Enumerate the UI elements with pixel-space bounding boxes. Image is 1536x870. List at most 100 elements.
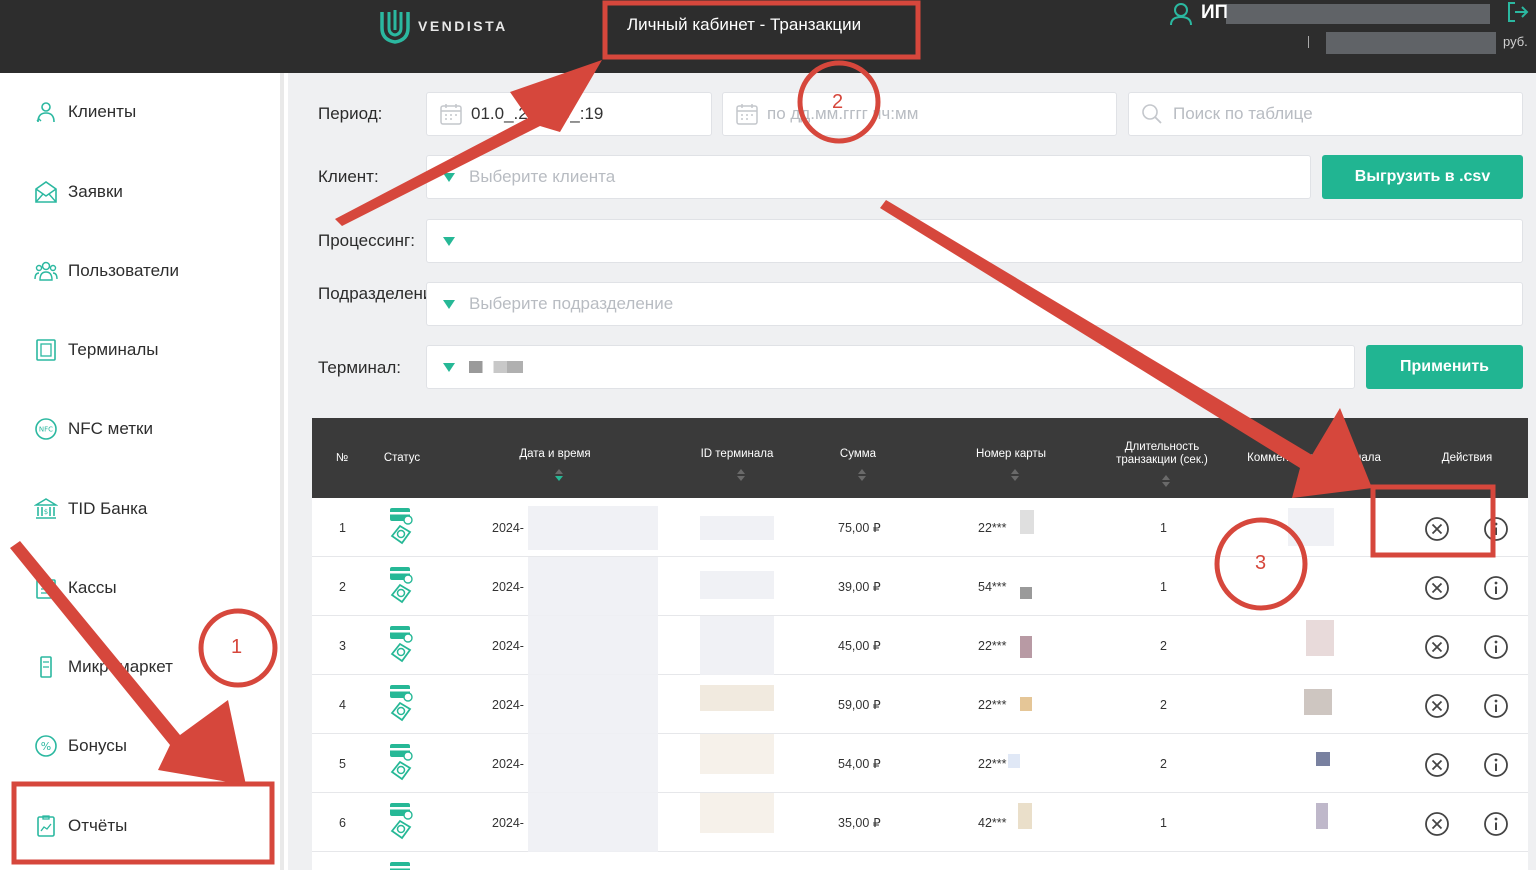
svg-text:%: % [41, 740, 51, 753]
user-icon[interactable] [1170, 2, 1192, 26]
row-number: 3 [339, 638, 346, 653]
col-number[interactable]: № [312, 418, 372, 498]
row-datetime: 2024- [492, 756, 524, 771]
sidebar-item-label: Кассы [68, 578, 117, 597]
table-row[interactable]: 6 2024- 35,00 ₽ 42*** 1 [312, 793, 1528, 852]
sidebar-item-nfc[interactable]: NFC NFC метки [34, 414, 153, 444]
division-label: Подразделение: [318, 284, 447, 303]
row-datetime: 2024- [492, 815, 524, 830]
vendista-logo[interactable]: VENDISTA [378, 8, 508, 44]
row-card: 22*** [978, 697, 1007, 712]
table-row[interactable]: 5 2024- 54,00 ₽ 22*** 2 [312, 734, 1528, 793]
info-icon[interactable] [1483, 634, 1509, 660]
requests-icon [35, 181, 57, 203]
client-label: Клиент: [318, 167, 379, 186]
redacted-card-tail [1020, 510, 1034, 534]
redacted-datetime [528, 734, 658, 793]
sidebar-item-bank-tid[interactable]: $ TID Банка [34, 494, 147, 524]
info-icon[interactable] [1483, 693, 1509, 719]
cancel-transaction-icon[interactable] [1424, 752, 1450, 778]
row-sum: 75,00 ₽ [838, 521, 881, 535]
col-sum[interactable]: Сумма [818, 418, 898, 498]
cancel-transaction-icon[interactable] [1424, 693, 1450, 719]
processing-select[interactable] [426, 219, 1523, 263]
col-datetime[interactable]: Дата и время [482, 418, 628, 498]
sidebar-item-bonuses[interactable]: % Бонусы [34, 731, 127, 761]
cancel-transaction-icon[interactable] [1424, 575, 1450, 601]
division-select[interactable]: Выберите подразделение [426, 282, 1523, 326]
payment-success-icon [390, 803, 413, 840]
cancel-transaction-icon[interactable] [1424, 516, 1450, 542]
row-number: 1 [339, 520, 346, 535]
table-row[interactable]: 1 2024- 75,00 ₽ 22*** 1 [312, 498, 1528, 557]
period-from-field[interactable]: 01.0_.2024 0_:19 [426, 92, 712, 136]
info-icon[interactable] [1483, 752, 1509, 778]
cancel-transaction-icon[interactable] [1424, 811, 1450, 837]
redacted-balance [1326, 32, 1496, 54]
row-number: 4 [339, 697, 346, 712]
page-title: Личный кабинет - Транзакции [627, 15, 862, 34]
row-duration: 2 [1160, 756, 1167, 771]
redacted-comment [1316, 803, 1328, 829]
redacted-card-tail [1018, 803, 1032, 829]
payment-success-icon [390, 567, 413, 604]
bank-icon: $ [34, 498, 58, 519]
redacted-card-tail [1008, 754, 1020, 768]
table-header: № Статус Дата и время ID терминала Сумма… [312, 418, 1528, 498]
row-duration: 1 [1160, 815, 1167, 830]
info-icon[interactable] [1483, 575, 1509, 601]
sidebar-item-users[interactable]: Пользователи [34, 256, 179, 286]
search-icon [1142, 104, 1162, 124]
redacted-datetime [528, 557, 658, 616]
table-row[interactable]: 4 2024- 59,00 ₽ 22*** 2 [312, 675, 1528, 734]
export-csv-button[interactable]: Выгрузить в .csv [1322, 155, 1523, 199]
table-row[interactable] [312, 852, 1528, 870]
reports-icon [37, 815, 55, 837]
payment-success-icon [390, 508, 413, 545]
sidebar-item-cashboxes[interactable]: Кассы [34, 573, 117, 603]
row-card: 54*** [978, 579, 1007, 594]
col-card-number[interactable]: Номер карты [956, 418, 1066, 498]
redacted-comment [1306, 620, 1334, 656]
user-name: ИП [1201, 2, 1229, 23]
sidebar-item-clients[interactable]: Клиенты [34, 97, 136, 127]
row-number: 5 [339, 756, 346, 771]
transactions-table: № Статус Дата и время ID терминала Сумма… [312, 418, 1528, 870]
client-select[interactable]: Выберите клиента [426, 155, 1311, 199]
info-icon[interactable] [1483, 516, 1509, 542]
row-duration: 1 [1160, 579, 1167, 594]
sidebar-item-terminals[interactable]: Терминалы [34, 335, 159, 365]
terminal-select[interactable] [426, 345, 1355, 389]
sidebar-item-reports[interactable]: Отчёты [34, 811, 127, 841]
redacted-terminal-value [469, 361, 523, 373]
table-search-field[interactable]: Поиск по таблице [1128, 92, 1523, 136]
redacted-datetime [528, 506, 658, 550]
col-duration[interactable]: Длительность транзакции (сек.) [1102, 418, 1222, 498]
period-to-field[interactable]: по дд.мм.гггг чч:мм [722, 92, 1117, 136]
col-actions: Действия [1441, 451, 1493, 464]
table-row[interactable]: 2 2024- 39,00 ₽ 54*** 1 [312, 557, 1528, 616]
info-icon[interactable] [1483, 811, 1509, 837]
row-datetime: 2024- [492, 697, 524, 712]
redacted-card-tail [1020, 587, 1032, 599]
payment-success-icon [390, 862, 410, 870]
sidebar-item-micromarket[interactable]: Микромаркет [34, 652, 173, 682]
chevron-down-icon [443, 299, 455, 309]
row-sum: 45,00 ₽ [838, 639, 881, 653]
logout-icon[interactable] [1505, 0, 1529, 24]
sidebar-item-requests[interactable]: Заявки [34, 177, 123, 207]
chevron-down-icon [443, 172, 455, 182]
apply-button[interactable]: Применить [1366, 345, 1523, 389]
row-sum: 54,00 ₽ [838, 757, 881, 771]
col-terminal-id[interactable]: ID терминала [672, 418, 802, 498]
table-row[interactable]: 3 2024- 45,00 ₽ 22*** 2 [312, 616, 1528, 675]
redacted-card-tail [1020, 697, 1032, 711]
row-duration: 2 [1160, 697, 1167, 712]
row-card: 22*** [978, 638, 1007, 653]
col-terminal-comment[interactable]: Комментарий терминала [1236, 418, 1392, 498]
col-status[interactable]: Статус [372, 418, 432, 498]
redacted-user-name [1226, 4, 1490, 24]
users-icon [34, 261, 58, 281]
cancel-transaction-icon[interactable] [1424, 634, 1450, 660]
row-sum: 35,00 ₽ [838, 816, 881, 830]
